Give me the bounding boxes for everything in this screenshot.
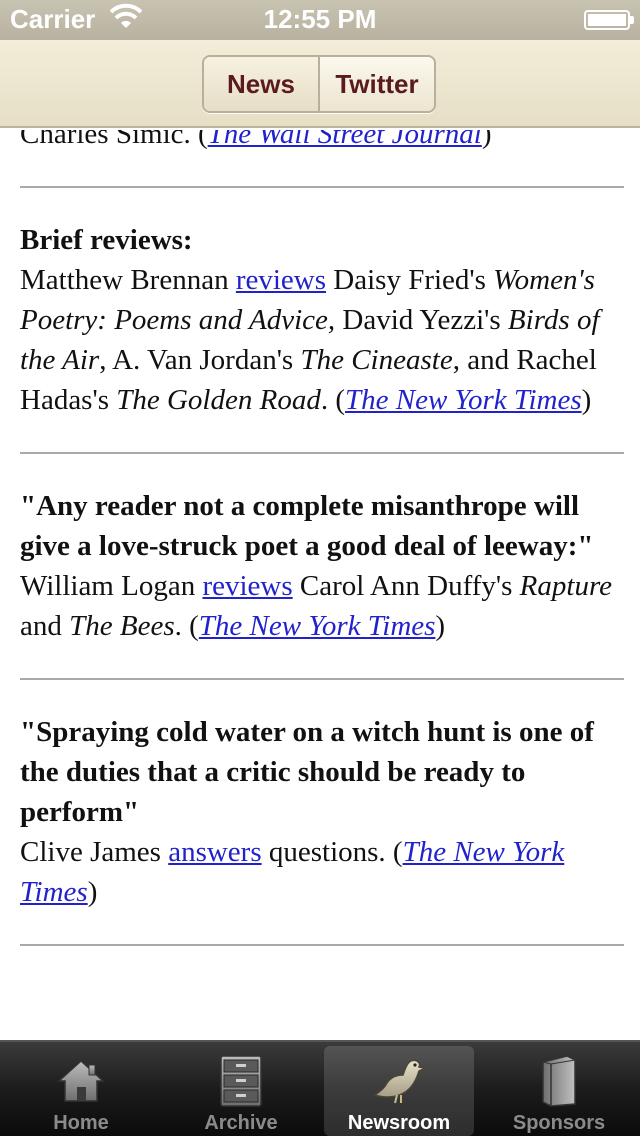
news-entry: Charles Simic. (The Wall Street Journal) [20, 130, 624, 154]
entry-text: , A. Van Jordan's [99, 344, 301, 376]
entry-text: ) [435, 610, 446, 642]
battery-icon [584, 10, 634, 30]
entry-body: Matthew Brennan reviews Daisy Fried's Wo… [20, 260, 624, 420]
divider [20, 186, 624, 188]
news-feed[interactable]: Charles Simic. (The Wall Street Journal)… [0, 130, 640, 1040]
tab-label: Newsroom [347, 1112, 451, 1134]
tab-sponsors[interactable]: Sponsors [484, 1046, 634, 1136]
entry-body: William Logan reviews Carol Ann Duffy's … [20, 566, 624, 646]
book-title: The Golden Road [116, 384, 321, 416]
book-icon [529, 1052, 589, 1110]
nav-bar: News Twitter [0, 40, 640, 128]
entry-text: Clive James [20, 836, 169, 868]
news-entry: "Any reader not a complete misanthrope w… [20, 486, 624, 646]
tab-label: Home [53, 1112, 109, 1134]
status-bar: Carrier 12:55 PM [0, 0, 640, 40]
reviews-link[interactable]: reviews [236, 264, 326, 296]
entry-headline: "Any reader not a complete misanthrope w… [20, 490, 594, 562]
news-entry: Brief reviews: Matthew Brennan reviews D… [20, 220, 624, 420]
source-link[interactable]: The New York Times [345, 384, 582, 416]
entry-text: ) [481, 130, 492, 150]
divider [20, 678, 624, 680]
home-icon [51, 1052, 111, 1110]
entry-text: ) [581, 384, 592, 416]
answers-link[interactable]: answers [168, 836, 261, 868]
entry-text: Daisy Fried's [326, 264, 494, 296]
entry-text: ) [87, 876, 98, 908]
entry-text: and [20, 610, 70, 642]
tab-archive[interactable]: Archive [166, 1046, 316, 1136]
tab-label: Sponsors [512, 1112, 606, 1134]
entry-headline: Brief reviews: [20, 224, 193, 256]
entry-text: Charles Simic. ( [20, 130, 208, 150]
pigeon-icon [369, 1052, 429, 1110]
status-time: 12:55 PM [263, 4, 377, 34]
entry-text: Matthew Brennan [20, 264, 236, 296]
entry-text: questions. ( [261, 836, 403, 868]
entry-headline: "Spraying cold water on a witch hunt is … [20, 716, 594, 828]
entry-text: . ( [174, 610, 199, 642]
source-link-text: The New York Times [345, 384, 582, 416]
reviews-link[interactable]: reviews [202, 570, 292, 602]
segmented-control: News Twitter [202, 55, 436, 113]
tab-bar: Home Archive Newsroom Sponsors [0, 1040, 640, 1136]
news-entry: "Spraying cold water on a witch hunt is … [20, 712, 624, 912]
source-link-text: The New York Times [198, 610, 436, 642]
tab-label: Archive [204, 1112, 278, 1134]
entry-text: Carol Ann Duffy's [292, 570, 520, 602]
entry-body: Charles Simic. (The Wall Street Journal) [20, 130, 624, 154]
entry-body: Clive James answers questions. (The New … [20, 832, 624, 912]
divider [20, 452, 624, 454]
divider [20, 944, 624, 946]
segment-news[interactable]: News [204, 57, 318, 111]
source-link[interactable]: The Wall Street Journal [208, 130, 482, 150]
entry-text: William Logan [20, 570, 203, 602]
source-link-text: The Wall Street Journal [207, 130, 482, 150]
book-title: Rapture [519, 570, 613, 602]
tab-home[interactable]: Home [6, 1046, 156, 1136]
entry-text: . ( [320, 384, 345, 416]
archive-icon [211, 1052, 271, 1110]
entry-text: David Yezzi's [335, 304, 508, 336]
segment-twitter[interactable]: Twitter [318, 57, 434, 111]
source-link[interactable]: The New York Times [199, 610, 436, 642]
book-title: The Bees [69, 610, 175, 642]
tab-newsroom[interactable]: Newsroom [324, 1046, 474, 1136]
book-title: The Cineaste [300, 344, 453, 376]
